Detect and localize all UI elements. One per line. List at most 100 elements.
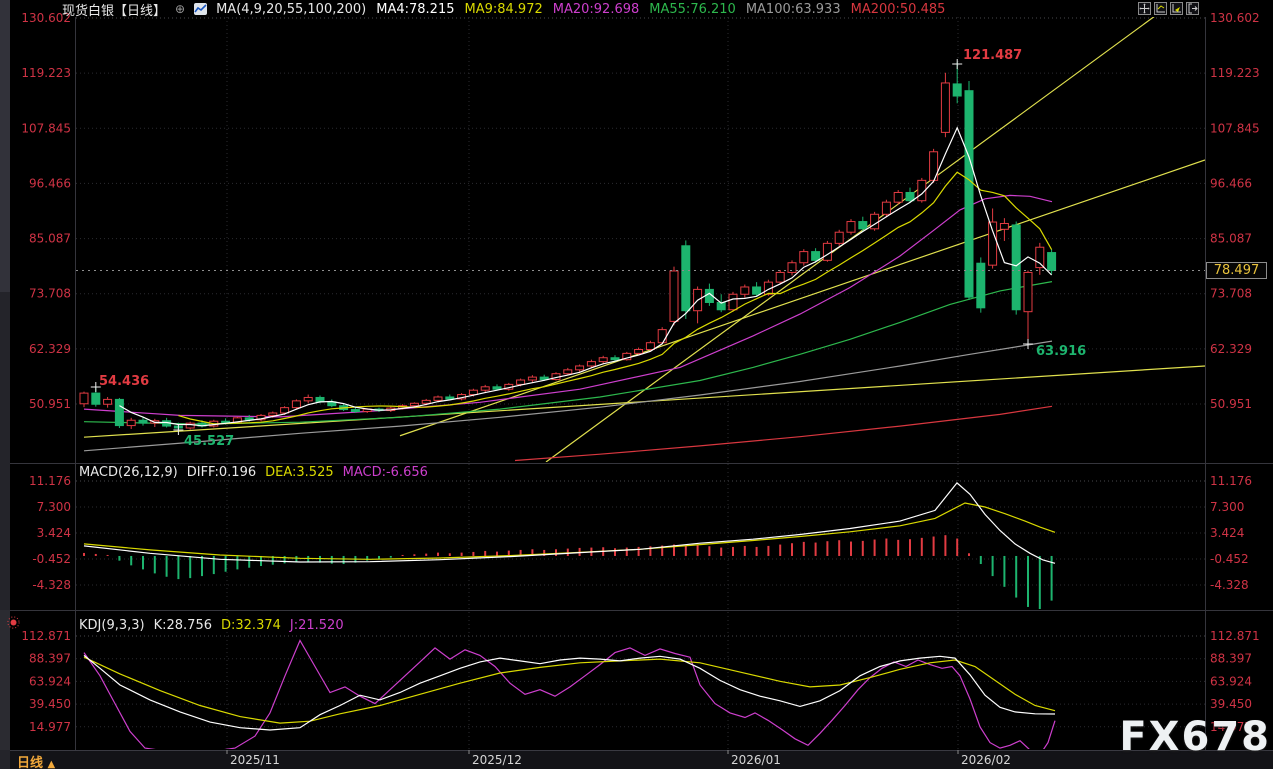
ma-legend-item: MA(4,9,20,55,100,200) [216,2,366,17]
candle [635,349,643,353]
price-axis-label-left: 119.223 [21,66,71,80]
candle [493,387,501,389]
kdj-header: KDJ(9,3,3) K:28.756 D:32.374 J:21.520 [79,617,344,633]
kdj-header-item: KDJ(9,3,3) [79,618,145,633]
auto-scale-icon[interactable] [1170,2,1183,15]
candle [127,420,135,425]
price-axis-label-right: 130.602 [1210,11,1260,25]
kdj-axis-label-right: 63.924 [1210,674,1252,688]
watermark: FX678 [1119,714,1271,760]
macd-axis-label-right: 11.176 [1210,474,1252,488]
price-axis-label-right: 119.223 [1210,66,1260,80]
candle [859,222,867,229]
kdj-header-item: K:28.756 [154,618,212,633]
kdj-axis-label-right: 88.397 [1210,652,1252,666]
candle [965,91,973,297]
exit-fullscreen-icon[interactable] [1186,2,1199,15]
price-axis-label-left: 96.466 [29,176,71,190]
candle [1048,253,1056,271]
price-axis-label-left: 85.087 [29,232,71,246]
candle [812,252,820,261]
ma-legend-item: MA55:76.210 [649,2,736,17]
price-annotation: 45.527 [184,434,234,449]
candle [1012,225,1020,310]
price-axis-label-right: 96.466 [1210,176,1252,190]
axis-scale-icon[interactable] [1154,2,1167,15]
candle [269,413,277,415]
price-annotation: 121.487 [963,48,1022,63]
price-axis-label-right: 107.845 [1210,121,1260,135]
candle [729,294,737,310]
left-strip-top [0,0,10,292]
candle [351,410,359,412]
price-axis-label-left: 50.951 [29,397,71,411]
macd-axis-label-right: 7.300 [1210,500,1244,514]
candle [611,358,619,360]
chart-header: 现货白银【日线】 ⊕ MA(4,9,20,55,100,200)MA4:78.2… [62,1,945,17]
trendline[interactable] [546,5,1170,462]
price-annotation: 54.436 [99,374,149,389]
price-axis-label-right: 62.329 [1210,342,1252,356]
kdj-axis-label-left: 39.450 [29,697,71,711]
indicator-icon[interactable] [194,3,207,15]
month-label: 2025/11 [230,753,280,767]
candle [670,271,678,321]
ma-line-ma20 [84,195,1052,417]
alert-marker-icon[interactable] [7,614,20,627]
period-label: 日线 [17,756,43,769]
macd-axis-label-left: 7.300 [37,500,71,514]
macd-axis-label-left: -0.452 [32,552,71,566]
candle [800,252,808,263]
candle [469,390,477,394]
candle [422,400,430,403]
macd-axis-label-left: -4.328 [32,578,71,592]
candle [658,330,666,343]
kdj-axis-label-left: 63.924 [29,674,71,688]
kdj-header-item: J:21.520 [290,618,344,633]
candle [776,272,784,282]
candle [1036,247,1044,267]
candle [847,222,855,233]
candle [599,358,607,362]
candle [587,362,595,366]
candle [835,232,843,243]
kdj-axis-label-left: 112.871 [21,629,71,643]
month-label: 2025/12 [472,753,522,767]
candle [906,192,914,200]
candle [989,222,997,265]
macd-header-item: MACD:-6.656 [343,465,428,480]
chart-canvas[interactable]: 54.43645.527121.48763.916130.602130.6021… [0,0,1273,769]
left-strip [0,0,10,769]
ma-line-ma200 [515,406,1052,460]
left-strip-bottom [0,610,10,750]
candle [753,287,761,294]
period-arrow-icon: ▲ [48,759,56,769]
macd-panel[interactable] [76,464,1205,610]
price-axis-label-left: 62.329 [29,342,71,356]
candle [894,192,902,202]
last-price-badge: 78.497 [1206,262,1267,279]
candle [186,423,194,428]
candle [316,397,324,401]
kdj-panel[interactable] [76,612,1205,755]
price-axis-label-right: 85.087 [1210,232,1252,246]
candle [646,343,654,350]
kdj-header-item: D:32.374 [221,618,281,633]
candle [1024,272,1032,311]
candle [528,377,536,380]
expand-icon[interactable]: ⊕ [175,2,185,16]
candle [823,243,831,260]
ma-legend-item: MA4:78.215 [376,2,454,17]
price-panel[interactable]: 54.43645.527121.48763.916 [76,5,1205,462]
ma-legend-item: MA200:50.485 [851,2,946,17]
period-selector[interactable]: 日线 ▲ [17,752,55,769]
candle [941,83,949,132]
price-axis-label-left: 107.845 [21,121,71,135]
pan-crosshair-icon[interactable] [1138,2,1151,15]
month-label: 2026/02 [961,753,1011,767]
trendline[interactable] [400,160,1205,436]
kdj-j-line [84,641,1055,755]
candle [304,397,312,400]
candle [882,202,890,214]
price-axis-label-right: 73.708 [1210,287,1252,301]
